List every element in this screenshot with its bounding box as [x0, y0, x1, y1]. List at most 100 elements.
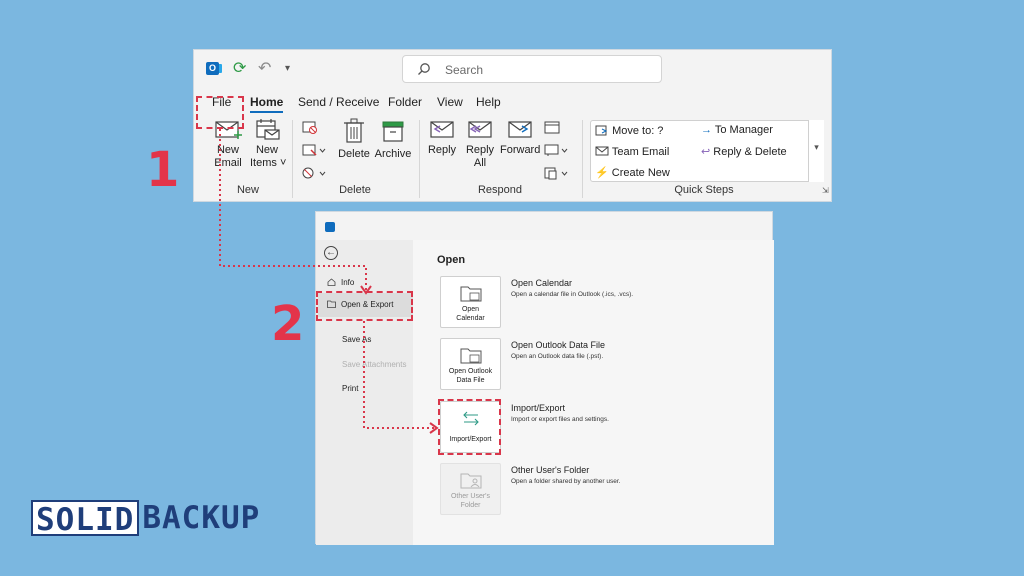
archive-icon [382, 121, 404, 142]
new-items-icon [256, 119, 280, 140]
open-calendar-desc: Open a calendar file in Outlook (.ics, .… [511, 291, 634, 298]
quick-access-toolbar: O ⟳ ↶ ▾ Search [194, 50, 831, 88]
tile-label-line: Other User's [450, 493, 491, 500]
file-menu-highlight [196, 96, 244, 129]
backstage-nav: ← Info Open & Export Save As Save Attach… [316, 240, 413, 545]
group-label-respond: Respond [477, 184, 523, 196]
clean-up-icon[interactable] [302, 143, 326, 157]
team-email-label: Team Email [611, 146, 670, 158]
open-export-highlight [316, 291, 413, 321]
open-calendar-tile[interactable]: Open Calendar [440, 276, 501, 328]
outlook-logo-icon [325, 222, 335, 232]
reply-icon [430, 121, 454, 138]
new-email-label-1: New [216, 144, 239, 156]
ribbon-window: O ⟳ ↶ ▾ Search File Home Send / Receive … [193, 49, 832, 202]
menu-send-receive[interactable]: Send / Receive [298, 95, 379, 109]
nav-save-attachments: Save Attachments [342, 360, 407, 369]
brand-logo-part2: BACKUP [142, 500, 261, 536]
lightning-icon: ⚡ [595, 167, 609, 179]
open-calendar-title: Open Calendar [511, 278, 573, 288]
open-data-file-description: Open Outlook Data File Open an Outlook d… [511, 340, 761, 360]
ribbon-body: New Email New Items ˅ New Delete Archive… [194, 116, 831, 202]
nav-info-label: Info [341, 278, 355, 287]
reply-label: Reply [427, 144, 457, 156]
import-export-highlight [438, 399, 501, 455]
group-label-quick-steps: Quick Steps [674, 184, 734, 196]
junk-icon[interactable] [302, 166, 326, 180]
tile-label-line: Data File [456, 377, 485, 384]
quick-steps-more-button[interactable]: ▾ [808, 120, 824, 182]
folder-icon [460, 348, 482, 364]
group-label-new: New [236, 184, 259, 196]
teams-icon[interactable] [544, 143, 568, 157]
import-export-description: Import/Export Import or export files and… [511, 403, 761, 423]
reply-all-button[interactable]: Reply All [464, 118, 496, 170]
menu-view[interactable]: View [437, 95, 463, 109]
group-label-delete: Delete [339, 184, 371, 196]
new-items-button[interactable]: New Items ˅ [250, 118, 287, 170]
other-users-folder-tile: Other User's Folder [440, 463, 501, 515]
reply-arrow-icon: ↩ [701, 146, 711, 158]
meeting-icon[interactable] [544, 120, 560, 134]
page-title: Open [437, 254, 466, 266]
search-icon [418, 63, 430, 75]
menu-help[interactable]: Help [476, 95, 501, 109]
open-data-file-tile[interactable]: Open Outlook Data File [440, 338, 501, 390]
other-users-folder-description: Other User's Folder Open a folder shared… [511, 465, 761, 485]
customize-toolbar-icon[interactable]: ▾ [285, 61, 301, 77]
import-export-desc: Import or export files and settings. [511, 416, 609, 423]
quick-step-team-email[interactable]: Team Email [595, 145, 669, 158]
tile-label-line: Calendar [456, 315, 485, 322]
step-number-1: 1 [146, 142, 180, 198]
search-placeholder: Search [445, 63, 484, 77]
reply-delete-label: Reply & Delete [713, 146, 787, 158]
quick-steps-gallery: Move to: ? → To Manager Team Email ↩ Rep… [590, 120, 824, 182]
nav-print[interactable]: Print [342, 384, 358, 393]
new-email-label-2: Email [214, 157, 242, 169]
menu-folder[interactable]: Folder [388, 95, 422, 109]
nav-info[interactable]: Info [327, 278, 354, 287]
new-items-label-2: Items ˅ [250, 157, 287, 169]
reply-all-label-2: All [473, 157, 487, 169]
forward-button[interactable]: Forward [500, 118, 540, 157]
nav-save-as[interactable]: Save As [342, 335, 371, 344]
menu-bar: File Home Send / Receive Folder View Hel… [194, 92, 831, 113]
back-arrow-icon[interactable]: ← [324, 246, 338, 260]
search-input[interactable]: Search [402, 55, 662, 83]
backstage-main: Open Open Calendar Open Calendar Open a c… [413, 240, 774, 545]
ribbon-separator [419, 120, 420, 198]
more-respond-icon[interactable] [544, 166, 568, 180]
reply-button[interactable]: Reply [426, 118, 458, 157]
home-icon [327, 278, 336, 286]
outlook-logo-icon: O [206, 61, 222, 77]
tile-label-line: Open [461, 306, 480, 313]
forward-label: Forward [500, 144, 541, 156]
backstage-window: ← Info Open & Export Save As Save Attach… [315, 211, 774, 545]
open-data-file-desc: Open an Outlook data file (.pst). [511, 353, 604, 360]
backstage-titlebar [316, 212, 772, 240]
tile-label-line: Folder [460, 502, 481, 509]
brand-logo: SOLID BACKUP [31, 500, 261, 538]
quick-step-reply-delete[interactable]: ↩ Reply & Delete [701, 145, 787, 158]
sync-icon[interactable]: ⟳ [233, 61, 249, 77]
move-to-label: Move to: ? [612, 125, 664, 137]
folder-icon [460, 286, 482, 302]
dialog-launcher-icon[interactable]: ⇲ [822, 186, 829, 195]
delete-button[interactable]: Delete [337, 118, 371, 161]
undo-icon[interactable]: ↶ [258, 61, 274, 77]
to-manager-label: To Manager [714, 124, 773, 136]
quick-step-create-new[interactable]: ⚡ Create New [595, 166, 670, 179]
shared-folder-icon [460, 473, 482, 489]
arrow-right-icon: → [701, 124, 712, 136]
ignore-icon[interactable] [302, 120, 318, 134]
archive-button[interactable]: Archive [374, 118, 412, 161]
folder-move-icon [595, 125, 608, 136]
ribbon-separator [582, 120, 583, 198]
mail-icon [595, 146, 609, 156]
reply-all-label-1: Reply [465, 144, 495, 156]
archive-label: Archive [374, 148, 412, 160]
ribbon-separator [292, 120, 293, 198]
quick-step-move-to[interactable]: Move to: ? [595, 124, 663, 137]
quick-step-to-manager[interactable]: → To Manager [701, 124, 773, 136]
menu-home[interactable]: Home [250, 95, 284, 113]
